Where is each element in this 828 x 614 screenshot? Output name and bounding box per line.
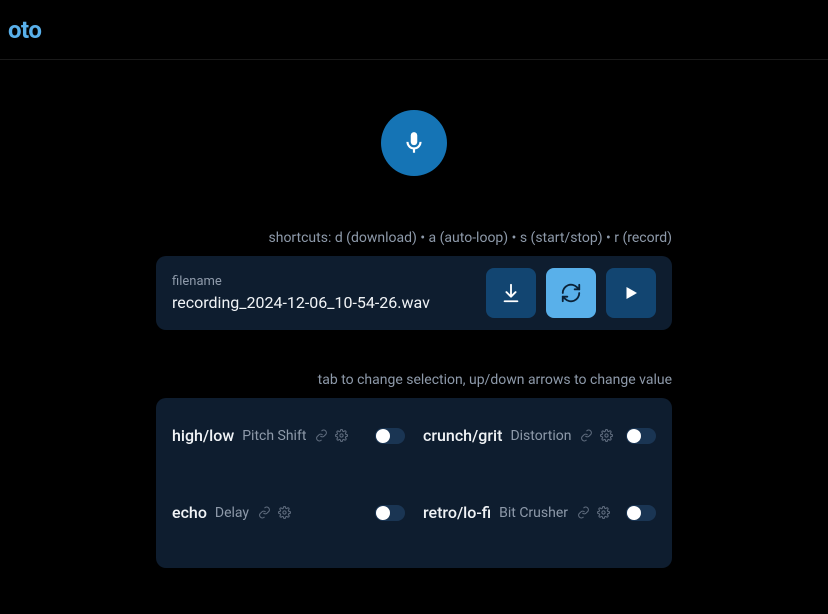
link-icon[interactable] xyxy=(579,429,593,443)
link-icon[interactable] xyxy=(314,429,328,443)
main-content: shortcuts: d (download) • a (auto-loop) … xyxy=(0,60,828,568)
effect-type: Delay xyxy=(215,505,249,521)
link-icon[interactable] xyxy=(257,506,271,520)
file-info: filename recording_2024-12-06_10-54-26.w… xyxy=(172,274,476,312)
effect-name: high/low xyxy=(172,426,234,445)
effect-toggle[interactable] xyxy=(626,428,656,444)
effect-name: crunch/grit xyxy=(423,426,502,445)
effects-hint: tab to change selection, up/down arrows … xyxy=(156,372,672,388)
gear-icon[interactable] xyxy=(599,429,613,443)
effect-name: echo xyxy=(172,503,207,522)
effect-toggle[interactable] xyxy=(375,505,405,521)
gear-icon[interactable] xyxy=(596,506,610,520)
effects-card: high/low Pitch Shift crunch/grit Distort… xyxy=(156,398,672,568)
effect-retrolofi: retro/lo-fi Bit Crusher xyxy=(423,503,656,522)
effect-highlow: high/low Pitch Shift xyxy=(172,426,405,445)
effect-crunchgrit: crunch/grit Distortion xyxy=(423,426,656,445)
download-button[interactable] xyxy=(486,268,536,318)
play-button[interactable] xyxy=(606,268,656,318)
effect-toggle[interactable] xyxy=(626,505,656,521)
filename-value: recording_2024-12-06_10-54-26.wav xyxy=(172,293,476,312)
filename-label: filename xyxy=(172,274,476,289)
record-button[interactable] xyxy=(381,110,447,176)
microphone-icon xyxy=(401,130,427,156)
link-icon[interactable] xyxy=(576,506,590,520)
play-icon xyxy=(622,284,640,302)
loop-button[interactable] xyxy=(546,268,596,318)
shortcuts-hint: shortcuts: d (download) • a (auto-loop) … xyxy=(156,230,672,246)
file-card: filename recording_2024-12-06_10-54-26.w… xyxy=(156,256,672,330)
app-header: oto xyxy=(0,0,828,60)
effect-type: Bit Crusher xyxy=(499,505,568,521)
loop-icon xyxy=(560,282,582,304)
gear-icon[interactable] xyxy=(334,429,348,443)
effect-toggle[interactable] xyxy=(375,428,405,444)
effect-name: retro/lo-fi xyxy=(423,503,491,522)
download-icon xyxy=(500,282,522,304)
gear-icon[interactable] xyxy=(277,506,291,520)
logo: oto xyxy=(8,16,41,44)
effect-type: Pitch Shift xyxy=(242,428,306,444)
effect-type: Distortion xyxy=(510,428,571,444)
effect-echo: echo Delay xyxy=(172,503,405,522)
